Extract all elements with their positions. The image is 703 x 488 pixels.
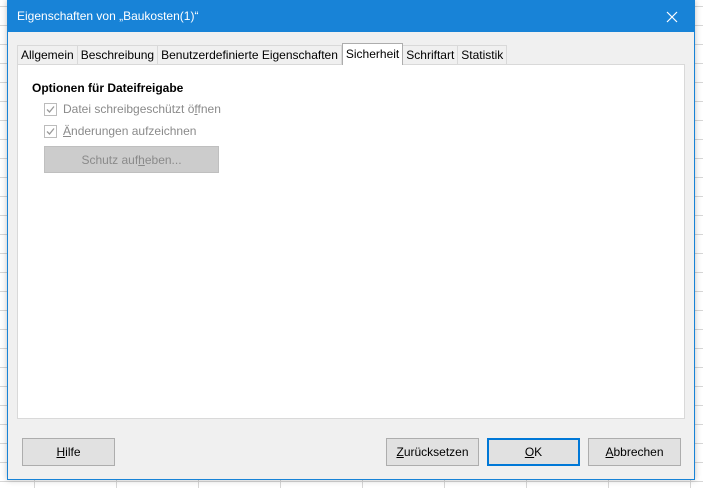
unprotect-button-label: Schutz aufheben...: [81, 152, 182, 167]
open-read-only-option[interactable]: Datei schreibgeschützt öffnen: [44, 102, 221, 116]
ok-button[interactable]: OK: [487, 438, 580, 466]
tab-benutzerdefinierte-eigenschaften[interactable]: Benutzerdefinierte Eigenschaften: [158, 45, 342, 65]
section-title-file-sharing: Optionen für Dateifreigabe: [32, 81, 184, 95]
unprotect-button[interactable]: Schutz aufheben...: [44, 146, 219, 173]
tab-bar: Allgemein Beschreibung Benutzerdefiniert…: [17, 43, 508, 65]
tab-statistik[interactable]: Statistik: [458, 45, 508, 65]
checkmark-icon: [46, 127, 55, 135]
record-changes-checkbox[interactable]: [44, 124, 57, 138]
cancel-button[interactable]: Abbrechen: [588, 438, 681, 466]
checkmark-icon: [46, 105, 55, 113]
document-properties-dialog: Eigenschaften von „Baukosten(1)“ Allgeme…: [7, 0, 695, 480]
record-changes-label: Änderungen aufzeichnen: [63, 124, 197, 138]
open-read-only-checkbox[interactable]: [44, 102, 57, 116]
close-icon: [666, 11, 678, 22]
tab-sicherheit[interactable]: Sicherheit: [341, 43, 404, 65]
record-changes-option[interactable]: Änderungen aufzeichnen: [44, 124, 196, 138]
dialog-title: Eigenschaften von „Baukosten(1)“: [17, 9, 199, 23]
tab-beschreibung[interactable]: Beschreibung: [77, 45, 159, 65]
reset-button[interactable]: Zurücksetzen: [386, 438, 479, 466]
help-button[interactable]: Hilfe: [22, 438, 115, 466]
security-tab-panel: Optionen für Dateifreigabe Datei schreib…: [17, 64, 685, 419]
dialog-titlebar[interactable]: Eigenschaften von „Baukosten(1)“: [8, 1, 694, 32]
tab-schriftart[interactable]: Schriftart: [403, 45, 459, 65]
open-read-only-label: Datei schreibgeschützt öffnen: [63, 102, 221, 116]
close-button[interactable]: [650, 1, 694, 32]
tab-allgemein[interactable]: Allgemein: [17, 45, 78, 65]
